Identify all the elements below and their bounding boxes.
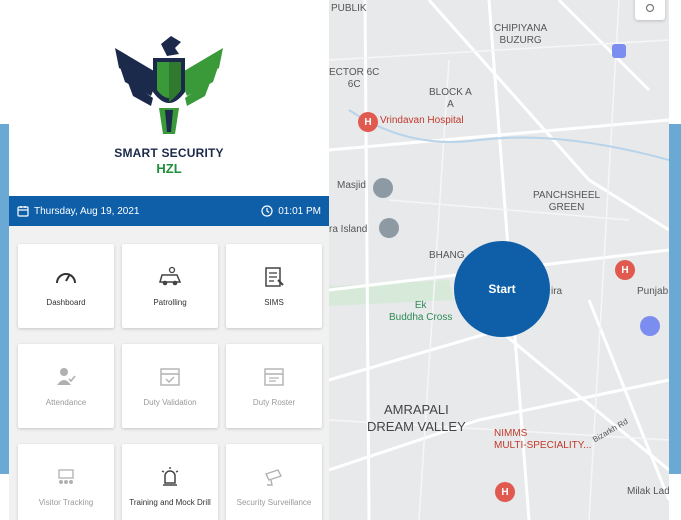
tile-patrolling[interactable]: Patrolling	[122, 244, 218, 328]
map-label-ira: ira	[551, 286, 563, 297]
time-group: 01:01 PM	[261, 205, 321, 217]
hospital-pin-icon-2[interactable]: H	[615, 260, 635, 280]
calendar-list-icon	[261, 364, 287, 390]
app-screen: SMART SECURITY HZL Thursday, Aug 19, 202…	[0, 0, 681, 520]
tile-label: Patrolling	[153, 298, 187, 307]
tile-label: Visitor Tracking	[38, 498, 94, 507]
eagle-logo-icon	[115, 36, 223, 134]
tile-label: Training and Mock Drill	[129, 498, 211, 507]
cctv-icon	[261, 464, 287, 490]
tile-label: Attendance	[45, 398, 87, 407]
map-label-punjab: Punjab	[637, 286, 669, 297]
map-label-buddha-cross: Ek Buddha Cross	[389, 300, 453, 323]
tile-duty-roster[interactable]: Duty Roster	[226, 344, 322, 428]
current-date: Thursday, Aug 19, 2021	[34, 205, 140, 217]
logo-area: SMART SECURITY HZL	[9, 0, 329, 196]
tile-visitor-tracking[interactable]: Visitor Tracking	[18, 444, 114, 520]
hospital-pin-icon[interactable]: H	[358, 112, 378, 132]
bus-stop-icon[interactable]	[612, 44, 626, 58]
map-label-sector-6c: ECTOR 6C 6C	[329, 67, 380, 90]
map-label-block-a: BLOCK A A	[429, 87, 472, 110]
tile-label: SIMS	[264, 298, 284, 307]
date-time-bar: Thursday, Aug 19, 2021 01:01 PM	[9, 196, 329, 226]
map-label-island: ra Island	[329, 224, 368, 235]
location-icon	[645, 4, 655, 13]
map-label-chipiyana: CHIPIYANA BUZURG	[494, 23, 548, 46]
map-label-publik: PUBLIK	[331, 3, 367, 14]
mosque-pin-icon[interactable]	[373, 178, 393, 198]
alarm-icon	[157, 464, 183, 490]
date-group: Thursday, Aug 19, 2021	[17, 205, 139, 217]
hospital-pin-icon-3[interactable]: H	[495, 482, 515, 502]
post-office-pin-icon[interactable]	[640, 316, 660, 336]
map-label-vrindavan-hospital: Vrindavan Hospital	[380, 115, 464, 126]
tile-label: Dashboard	[46, 298, 86, 307]
map-label-panchsheel-green: PANCHSHEEL GREEN	[533, 190, 601, 213]
document-icon	[261, 264, 287, 290]
speedometer-icon	[53, 264, 79, 290]
calendar-check-icon	[157, 364, 183, 390]
user-check-icon	[53, 364, 79, 390]
place-pin-icon[interactable]	[379, 218, 399, 238]
map-label-nimms: NIMMS MULTI-SPECIALITY...	[494, 428, 592, 451]
map-label-bhang: BHANG	[429, 250, 465, 261]
tile-sims[interactable]: SIMS	[226, 244, 322, 328]
tile-label: Duty Roster	[252, 398, 296, 407]
tile-attendance[interactable]: Attendance	[18, 344, 114, 428]
calendar-icon	[17, 206, 29, 217]
feature-grid: Dashboard Patrolling SIMS Attendance Dut…	[9, 226, 329, 520]
patrol-car-icon	[157, 264, 183, 290]
home-panel: SMART SECURITY HZL Thursday, Aug 19, 202…	[9, 0, 329, 520]
tile-training-mock-drill[interactable]: Training and Mock Drill	[122, 444, 218, 520]
current-time: 01:01 PM	[278, 205, 321, 217]
brand-title: SMART SECURITY	[114, 146, 224, 160]
map-label-milak: Milak Lad	[627, 486, 669, 497]
clock-icon	[261, 205, 273, 217]
tile-dashboard[interactable]: Dashboard	[18, 244, 114, 328]
visitor-icon	[53, 464, 79, 490]
map-label-amrapali-dream-valley: AMRAPALI DREAM VALLEY	[367, 402, 466, 434]
brand-subtitle: HZL	[156, 161, 182, 176]
start-button[interactable]: Start	[454, 241, 550, 337]
map-view[interactable]: PUBLIK CHIPIYANA BUZURG ECTOR 6C 6C BLOC…	[329, 0, 669, 520]
map-label-masjid: Masjid	[337, 180, 366, 191]
right-accent-bar	[669, 124, 681, 474]
tile-label: Duty Validation	[143, 398, 197, 407]
my-location-button[interactable]	[635, 0, 665, 20]
tile-security-surveillance[interactable]: Security Surveillance	[226, 444, 322, 520]
tile-label: Security Surveillance	[236, 498, 312, 507]
tile-duty-validation[interactable]: Duty Validation	[122, 344, 218, 428]
